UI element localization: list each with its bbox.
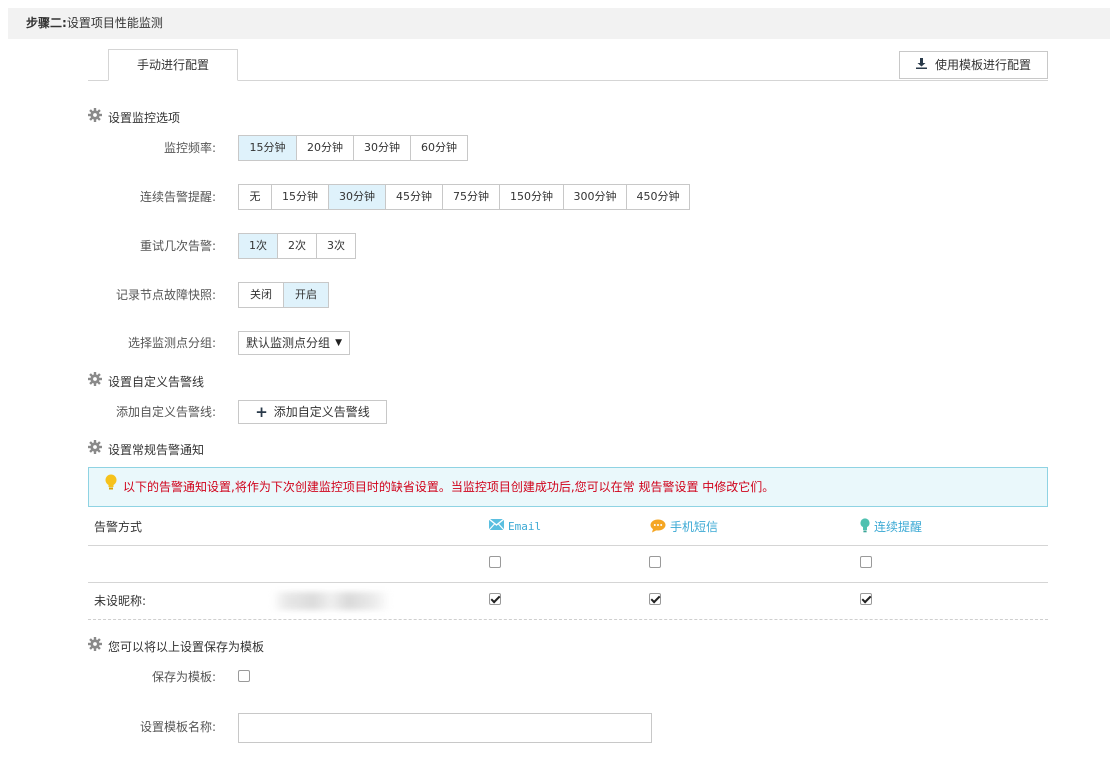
frequency-label: 监控频率: — [163, 141, 216, 155]
retry-selector: 1次 2次 3次 — [238, 233, 356, 259]
save-template-checkbox[interactable] — [238, 670, 250, 682]
lightbulb-icon — [105, 467, 117, 505]
use-template-label: 使用模板进行配置 — [934, 58, 1031, 72]
user-email-checkbox[interactable] — [489, 593, 501, 605]
select-all-continuous-checkbox[interactable] — [860, 556, 872, 568]
table-header-divider — [88, 545, 1048, 546]
select-all-sms-checkbox[interactable] — [649, 556, 661, 568]
retry-label: 重试几次告警: — [139, 239, 216, 253]
frequency-selector: 15分钟 20分钟 30分钟 60分钟 — [238, 135, 468, 161]
table-header-method: 告警方式 — [94, 520, 143, 534]
table-header-continuous: 连续提醒 — [860, 517, 923, 536]
user-continuous-checkbox[interactable] — [860, 593, 872, 605]
table-bottom-divider — [88, 619, 1048, 620]
step-header: 步骤二:设置项目性能监测 — [8, 8, 1110, 39]
step-title: 设置项目性能监测 — [66, 16, 163, 30]
user-nickname: 未设昵称: — [94, 594, 147, 608]
download-icon — [915, 52, 927, 78]
frequency-option[interactable]: 30分钟 — [354, 136, 411, 160]
channel-label: Email — [508, 520, 542, 533]
section-title: 设置监控选项 — [108, 111, 181, 125]
section-regular-notification: 设置常规告警通知 — [88, 440, 205, 459]
snapshot-option-on[interactable]: 开启 — [284, 283, 328, 307]
frequency-option[interactable]: 15分钟 — [239, 136, 297, 160]
continuous-alert-option[interactable]: 300分钟 — [564, 185, 627, 209]
redacted-contact — [272, 592, 390, 610]
plus-icon: + — [255, 402, 268, 421]
continuous-alert-option[interactable]: 450分钟 — [627, 185, 689, 209]
table-header-sms: 手机短信 — [650, 518, 718, 536]
channel-label: 手机短信 — [670, 520, 719, 534]
group-label: 选择监测点分组: — [127, 336, 216, 350]
template-name-input[interactable] — [238, 713, 652, 743]
continuous-alert-option[interactable]: 75分钟 — [443, 185, 500, 209]
section-monitor-options: 设置监控选项 — [88, 108, 181, 127]
gear-icon — [88, 637, 102, 656]
table-header-email: Email — [488, 517, 542, 536]
snapshot-option-off[interactable]: 关闭 — [239, 283, 284, 307]
section-title: 设置常规告警通知 — [108, 443, 205, 457]
gear-icon — [88, 440, 102, 459]
retry-option[interactable]: 2次 — [278, 234, 317, 258]
section-title: 设置自定义告警线 — [108, 375, 205, 389]
section-save-template: 您可以将以上设置保存为模板 — [88, 637, 265, 656]
save-template-label: 保存为模板: — [151, 670, 216, 684]
sms-icon — [650, 519, 666, 532]
continuous-alert-option[interactable]: 无 — [239, 185, 272, 209]
continuous-alert-option[interactable]: 150分钟 — [500, 185, 564, 209]
section-title: 您可以将以上设置保存为模板 — [108, 640, 265, 654]
use-template-button[interactable]: 使用模板进行配置 — [899, 51, 1048, 79]
add-custom-alert-button[interactable]: + 添加自定义告警线 — [238, 400, 387, 424]
group-select[interactable]: 默认监测点分组 ▼ — [238, 331, 350, 355]
dropdown-arrow-icon: ▼ — [335, 338, 342, 348]
gear-icon — [88, 372, 102, 391]
frequency-option[interactable]: 60分钟 — [411, 136, 467, 160]
section-custom-alert-line: 设置自定义告警线 — [88, 372, 205, 391]
group-select-value: 默认监测点分组 — [246, 336, 331, 350]
add-custom-alert-button-label: 添加自定义告警线 — [273, 405, 370, 419]
continuous-alert-label: 连续告警提醒: — [139, 190, 216, 204]
notification-tip: 以下的告警通知设置,将作为下次创建监控项目时的缺省设置。当监控项目创建成功后,您… — [88, 467, 1048, 507]
continuous-alert-option[interactable]: 45分钟 — [386, 185, 443, 209]
gear-icon — [88, 108, 102, 127]
snapshot-toggle: 关闭 开启 — [238, 282, 329, 308]
notification-tip-text: 以下的告警通知设置,将作为下次创建监控项目时的缺省设置。当监控项目创建成功后,您… — [123, 480, 775, 494]
email-icon — [488, 518, 505, 531]
add-custom-alert-label: 添加自定义告警线: — [115, 405, 216, 419]
user-sms-checkbox[interactable] — [649, 593, 661, 605]
channel-label: 连续提醒 — [874, 520, 923, 534]
tab-manual-config[interactable]: 手动进行配置 — [108, 49, 238, 81]
continuous-alert-option[interactable]: 30分钟 — [329, 185, 386, 209]
retry-option[interactable]: 3次 — [317, 234, 355, 258]
continuous-alert-selector: 无 15分钟 30分钟 45分钟 75分钟 150分钟 300分钟 450分钟 — [238, 184, 690, 210]
template-name-label: 设置模板名称: — [139, 720, 216, 734]
table-row-divider — [88, 582, 1048, 583]
retry-option[interactable]: 1次 — [239, 234, 278, 258]
select-all-email-checkbox[interactable] — [489, 556, 501, 568]
continuous-alert-option[interactable]: 15分钟 — [272, 185, 329, 209]
frequency-option[interactable]: 20分钟 — [297, 136, 354, 160]
bulb-icon — [860, 517, 870, 532]
step-label: 步骤二: — [26, 16, 67, 30]
snapshot-label: 记录节点故障快照: — [115, 288, 216, 302]
